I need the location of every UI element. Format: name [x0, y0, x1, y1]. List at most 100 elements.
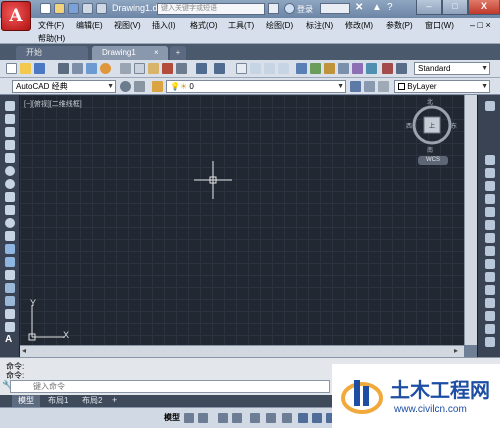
menu-tools[interactable]: 工具(T)	[228, 20, 254, 31]
scale-icon[interactable]	[485, 233, 495, 243]
insert-block-icon[interactable]	[5, 244, 15, 254]
new-layout-icon[interactable]: +	[112, 395, 117, 405]
menu-modify[interactable]: 修改(M)	[345, 20, 373, 31]
grid-icon[interactable]	[184, 413, 194, 423]
application-menu-button[interactable]: A	[1, 1, 31, 31]
menu-draw[interactable]: 绘图(D)	[266, 20, 293, 31]
array-icon[interactable]	[485, 194, 495, 204]
model-space-toggle[interactable]: 模型	[164, 412, 180, 423]
menu-format[interactable]: 格式(O)	[190, 20, 218, 31]
polyline-icon[interactable]	[5, 127, 15, 137]
revision-cloud-icon[interactable]	[5, 192, 15, 202]
make-current-layer-icon[interactable]	[350, 81, 361, 92]
login-dropdown[interactable]	[320, 3, 350, 14]
exchange-icon[interactable]: ✕	[355, 2, 363, 13]
line-icon[interactable]	[5, 101, 15, 111]
paste-icon[interactable]	[148, 63, 159, 74]
menu-view[interactable]: 视图(V)	[114, 20, 141, 31]
search-icon[interactable]	[268, 3, 279, 14]
construction-line-icon[interactable]	[5, 114, 15, 124]
maximize-button[interactable]: □	[442, 0, 468, 15]
command-input[interactable]: 键入命令	[10, 380, 330, 393]
new-tab-button[interactable]: +	[170, 46, 186, 60]
new-icon[interactable]	[6, 63, 17, 74]
sheet-set-icon[interactable]	[338, 63, 349, 74]
rectangle-icon[interactable]	[5, 153, 15, 163]
workspace-select[interactable]: AutoCAD 经典 ▼	[12, 80, 116, 93]
ellipse-arc-icon[interactable]	[5, 231, 15, 241]
zoom-previous-icon[interactable]	[278, 63, 289, 74]
layer-state-icon[interactable]	[378, 81, 389, 92]
save-icon[interactable]	[34, 63, 45, 74]
layer-manager-icon[interactable]	[152, 81, 163, 92]
circle-icon[interactable]	[5, 179, 15, 189]
spline-icon[interactable]	[5, 205, 15, 215]
viewcube-south-label[interactable]: 南	[427, 145, 433, 154]
menu-restore-icon[interactable]: – □ ×	[470, 20, 491, 30]
properties-icon[interactable]	[296, 63, 307, 74]
tool-palettes-icon[interactable]	[324, 63, 335, 74]
pan-icon[interactable]	[236, 63, 247, 74]
join-icon[interactable]	[485, 298, 495, 308]
menu-window[interactable]: 窗口(W)	[425, 20, 454, 31]
region-icon[interactable]	[5, 309, 15, 319]
scroll-left-icon[interactable]: ◂	[22, 346, 26, 355]
markup-icon[interactable]	[352, 63, 363, 74]
quickcalc-icon[interactable]	[366, 63, 377, 74]
open-icon[interactable]	[20, 63, 31, 74]
undo-icon[interactable]	[196, 63, 207, 74]
help-icon[interactable]: ?	[387, 2, 393, 13]
vertical-scrollbar[interactable]	[464, 95, 477, 345]
gear-icon[interactable]	[120, 81, 131, 92]
polar-icon[interactable]	[232, 413, 242, 423]
multiline-text-icon[interactable]: A	[5, 335, 15, 345]
point-icon[interactable]	[5, 270, 15, 280]
tab-layout2[interactable]: 布局2	[76, 395, 108, 407]
menu-insert[interactable]: 插入(I)	[152, 20, 176, 31]
wcs-menu[interactable]: WCS	[418, 156, 448, 165]
zoom-realtime-icon[interactable]	[250, 63, 261, 74]
object-snap-tracking-icon[interactable]	[266, 413, 276, 423]
minimize-button[interactable]: –	[416, 0, 442, 15]
cut-icon[interactable]	[120, 63, 131, 74]
polygon-icon[interactable]	[5, 140, 15, 150]
isodraft-icon[interactable]	[250, 413, 260, 423]
close-tab-icon[interactable]: ×	[154, 48, 159, 57]
close-button[interactable]: X	[468, 0, 500, 15]
fillet-icon[interactable]	[485, 324, 495, 334]
drawing-canvas[interactable]: 北 南 东 西 上 WCS Y X	[20, 95, 464, 345]
object-snap-icon[interactable]	[282, 413, 292, 423]
arc-icon[interactable]	[5, 166, 15, 176]
menu-parametric[interactable]: 参数(P)	[386, 20, 413, 31]
offset-icon[interactable]	[485, 181, 495, 191]
search-input[interactable]: 键入关键字或短语	[157, 3, 265, 15]
viewcube-east-label[interactable]: 东	[451, 121, 457, 130]
menu-dimension[interactable]: 标注(N)	[306, 20, 333, 31]
stretch-icon[interactable]	[485, 246, 495, 256]
layer-select[interactable]: 💡☀ 0 ▼	[166, 80, 346, 93]
design-center-icon[interactable]	[310, 63, 321, 74]
ortho-icon[interactable]	[218, 413, 228, 423]
dim-style-icon[interactable]	[396, 63, 407, 74]
tab-layout1[interactable]: 布局1	[42, 395, 74, 407]
viewport-controls[interactable]: [−][俯视][二维线框]	[24, 99, 82, 109]
explode-icon[interactable]	[485, 337, 495, 347]
copy-icon[interactable]	[134, 63, 145, 74]
extend-icon[interactable]	[485, 272, 495, 282]
open-file-icon[interactable]	[54, 3, 65, 14]
viewcube-west-label[interactable]: 西	[406, 121, 412, 130]
menu-help[interactable]: 帮助(H)	[38, 33, 65, 44]
match-properties-icon[interactable]	[162, 63, 173, 74]
login-link[interactable]: 登录	[297, 4, 313, 15]
trim-icon[interactable]	[485, 259, 495, 269]
zoom-window-icon[interactable]	[264, 63, 275, 74]
tab-model[interactable]: 模型	[12, 395, 40, 407]
redo-icon[interactable]	[96, 3, 107, 14]
viewcube-top-label[interactable]: 上	[429, 121, 435, 130]
table-icon[interactable]	[5, 322, 15, 332]
mirror-icon[interactable]	[485, 168, 495, 178]
text-style-icon[interactable]	[382, 63, 393, 74]
chamfer-icon[interactable]	[485, 311, 495, 321]
layer-previous-icon[interactable]	[364, 81, 375, 92]
menu-file[interactable]: 文件(F)	[38, 20, 64, 31]
